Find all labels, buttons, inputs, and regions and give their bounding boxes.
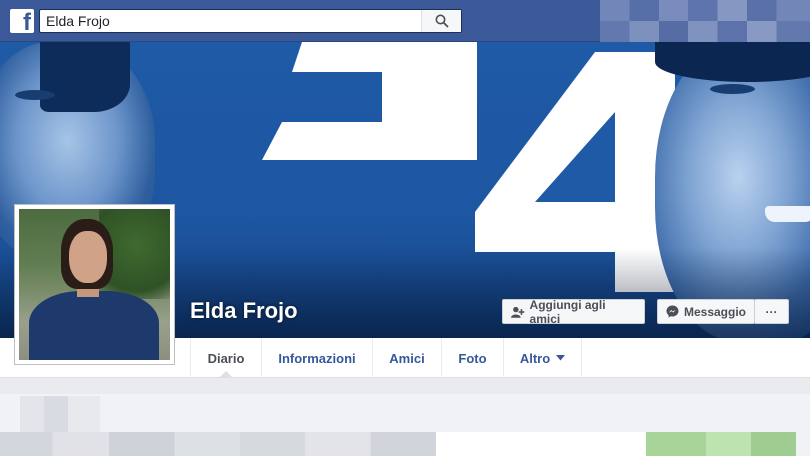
profile-name[interactable]: Elda Frojo [190,298,298,324]
search-box [39,9,462,33]
tab-altro[interactable]: Altro [504,338,582,378]
pixelated-block [20,396,100,432]
pixelated-block [436,432,646,456]
tab-label: Diario [207,350,245,366]
tab-foto[interactable]: Foto [442,338,504,378]
messenger-icon [666,305,679,318]
tab-amici[interactable]: Amici [373,338,442,378]
facebook-logo-letter: f [23,9,31,36]
profile-photo [19,209,170,360]
tab-label: Altro [519,350,551,366]
profile-picture[interactable] [14,204,175,365]
search-button[interactable] [421,10,461,32]
message-button[interactable]: Messaggio [657,299,755,324]
chevron-down-icon [556,355,566,361]
facebook-logo-icon[interactable]: f [10,9,34,36]
more-options-icon: ··· [765,304,778,319]
top-navigation-bar: f [0,0,810,42]
tab-informazioni[interactable]: Informazioni [262,338,373,378]
tab-label: Foto [458,350,487,366]
message-label: Messaggio [683,304,746,319]
add-friend-button[interactable]: Aggiungi agli amici [502,297,645,326]
tab-label: Informazioni [278,350,356,366]
cover-number-2-shape [262,42,477,160]
add-friend-label: Aggiungi agli amici [529,297,606,326]
active-tab-indicator [220,371,232,377]
pixelated-account-area [600,0,810,42]
add-friend-icon [511,306,525,318]
pixelated-block [646,432,796,456]
search-icon [435,14,449,28]
tab-label: Amici [389,350,425,366]
more-options-button[interactable]: ··· [754,299,789,324]
search-input[interactable] [40,10,420,32]
pixelated-block [0,432,436,456]
